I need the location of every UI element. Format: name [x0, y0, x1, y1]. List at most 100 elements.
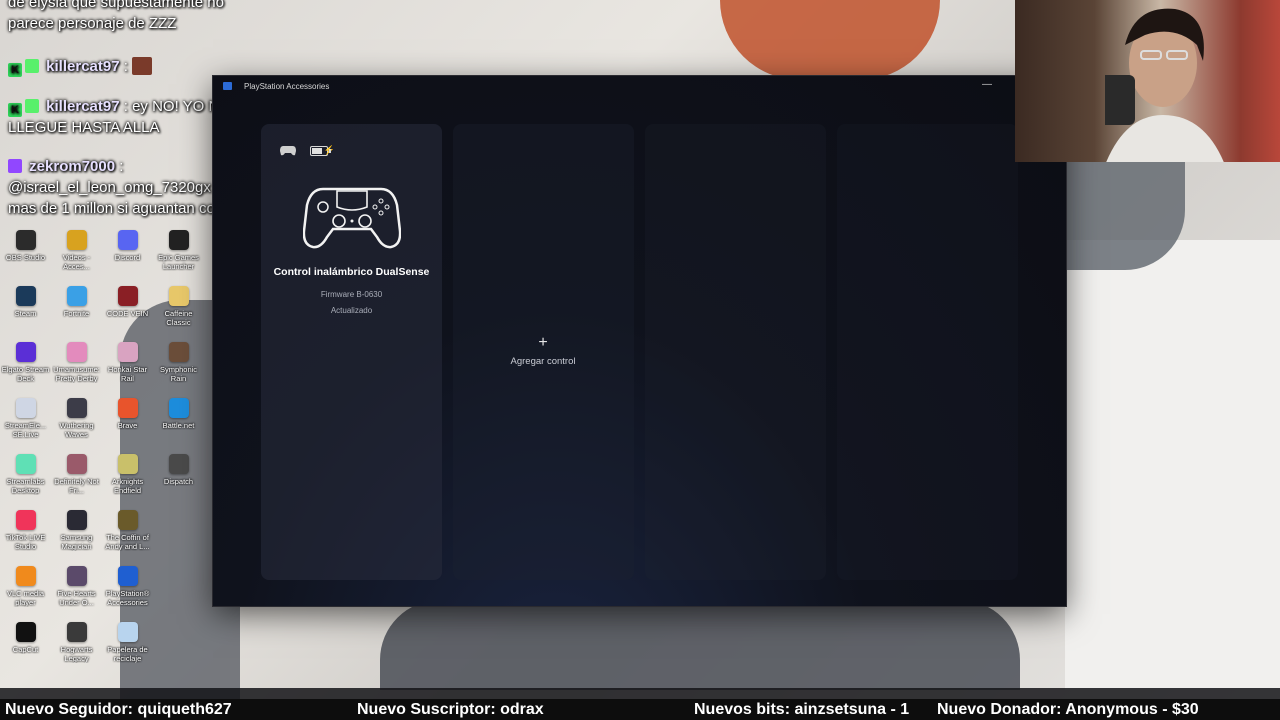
desktop-icon-label: Arknights Endfield [111, 477, 144, 495]
desktop-icon-label: Honkai Star Rail [107, 365, 148, 383]
desktop-icon[interactable]: Honkai Star Rail [102, 340, 153, 396]
desktop-icon[interactable]: CODE VEIN [102, 284, 153, 340]
desktop-icon-label: Epic Games Launcher [158, 253, 199, 271]
desktop-icon-label: Symphonic Rain [159, 365, 198, 383]
chat-username: killercat97 [46, 58, 120, 75]
desktop-icon-label: StreamEle... SE.Live [4, 421, 47, 439]
app-icon [117, 398, 138, 418]
title-bar: PlayStation Accessories [213, 76, 1066, 96]
desktop-icon[interactable]: Hogwarts Legacy [51, 620, 102, 676]
chat-username: zekrom7000 [29, 158, 116, 175]
add-controller-button[interactable]: + Agregar control [493, 334, 593, 367]
charging-bolt-icon: ⚡ [323, 144, 335, 155]
controller-slot-3 [645, 124, 826, 580]
gamepad-icon [280, 146, 296, 156]
playstation-app-icon [223, 82, 232, 90]
app-icon [66, 398, 87, 418]
desktop-icon[interactable]: Definitely Not Fri... [51, 452, 102, 508]
twitch-badge-icon [8, 159, 22, 173]
desktop-icon[interactable]: Fortnite [51, 284, 102, 340]
desktop-icon[interactable]: Battle.net [153, 396, 204, 452]
app-icon [169, 566, 189, 586]
chat-message-text: de elysia que supuestamente no parece pe… [8, 0, 224, 32]
app-icon [66, 622, 87, 642]
desktop-icon-label: Battle.net [162, 421, 195, 430]
desktop-icon[interactable]: OBS Studio [0, 228, 51, 284]
desktop-icon-label: Dispatch [163, 477, 194, 486]
ticker-bits: Nuevos bits: ainzsetsuna - 1 [694, 701, 910, 718]
controller-status-row: ⚡ [280, 145, 335, 156]
app-icon [117, 566, 138, 586]
desktop-icon[interactable]: Elgato Stream Deck [0, 340, 51, 396]
app-icon [15, 286, 36, 306]
emote-icon [132, 57, 153, 75]
desktop-icon[interactable]: Videos - Acces... [51, 228, 102, 284]
background-snow [1065, 240, 1280, 690]
background-art-coat-bottom [380, 600, 1020, 690]
app-icon [66, 342, 87, 362]
desktop-icon[interactable]: StreamEle... SE.Live [0, 396, 51, 452]
desktop-icon[interactable]: Symphonic Rain [153, 340, 204, 396]
desktop-icon[interactable]: Discord [102, 228, 153, 284]
app-icon [15, 454, 36, 474]
desktop-icon-label: Umamusume: Pretty Derby [53, 365, 100, 383]
app-icon [117, 510, 138, 530]
plus-icon: + [538, 334, 548, 351]
app-icon [66, 286, 87, 306]
firmware-version: Firmware B-0630 [320, 290, 383, 299]
app-icon [168, 398, 189, 418]
streamer-webcam-figure [1105, 8, 1224, 162]
chat-username: killercat97 [46, 98, 120, 115]
app-icon [169, 510, 189, 530]
desktop-icon-grid: OBS Studio Videos - Acces... Discord Epic G… [0, 228, 210, 676]
desktop-icon[interactable]: The Coffin of Andy and L... [102, 508, 153, 564]
background-art-coat-right [1065, 160, 1185, 270]
app-icon [168, 342, 189, 362]
app-icon [117, 622, 138, 642]
desktop-icon[interactable]: Streamlabs Desktop [0, 452, 51, 508]
minimize-button[interactable]: — [980, 79, 994, 93]
app-icon [15, 342, 36, 362]
desktop-icon[interactable]: Steam [0, 284, 51, 340]
desktop-icon[interactable]: Brave [102, 396, 153, 452]
desktop-icon[interactable]: Five Hearts Under O... [51, 564, 102, 620]
kick-badge-icon: K [8, 63, 22, 77]
desktop-icon[interactable]: Caffeine Classic [153, 284, 204, 340]
desktop-icon-label: CODE VEIN [106, 309, 149, 318]
chat-message: K killercat97 : [8, 56, 153, 77]
desktop-icon[interactable]: PlayStation® Accessories [102, 564, 153, 620]
desktop-icon-label: Fortnite [63, 309, 90, 318]
desktop-icon-label: Videos - Acces... [62, 253, 91, 271]
desktop-icon-label: Discord [114, 253, 141, 262]
app-icon [117, 454, 138, 474]
desktop-icon[interactable]: Samsung Magician [51, 508, 102, 564]
dualsense-controller-icon [303, 187, 401, 249]
desktop-icon-label: VLC media player [6, 589, 45, 607]
controller-name: Control inalámbrico DualSense [273, 266, 430, 278]
alerts-ticker: Nuevo Seguidor: quiqueth627 Nuevo Suscri… [0, 699, 1280, 720]
desktop-icon-label: Papelera de reciclaje [107, 645, 148, 663]
app-icon [15, 622, 36, 642]
desktop-icon-label: TikTok LIVE Studio [5, 533, 46, 551]
chat-message-text: ey NO! YO NO LLEGUE HASTA ALLA [8, 98, 231, 136]
desktop-icon[interactable]: Epic Games Launcher [153, 228, 204, 284]
ticker-subscriber: Nuevo Suscriptor: odrax [357, 701, 544, 718]
desktop-icon[interactable]: CapCut [0, 620, 51, 676]
desktop-icon[interactable]: Dispatch [153, 452, 204, 508]
desktop-icon-label: Five Hearts Under O... [57, 589, 96, 607]
desktop-icon-label: Samsung Magician [60, 533, 93, 551]
background-art-hair [720, 0, 940, 80]
controller-slot-4 [837, 124, 1018, 580]
chat-message-top: de elysia que supuestamente no parece pe… [8, 0, 248, 34]
webcam-overlay [1015, 0, 1280, 162]
app-icon [66, 566, 87, 586]
kick-badge-icon: K [8, 103, 22, 117]
desktop-icon[interactable]: Papelera de reciclaje [102, 620, 153, 676]
desktop-icon[interactable]: Arknights Endfield [102, 452, 153, 508]
desktop-icon[interactable]: Wuthering Waves [51, 396, 102, 452]
desktop-icon[interactable]: VLC media player [0, 564, 51, 620]
desktop-icon[interactable]: TikTok LIVE Studio [0, 508, 51, 564]
desktop-icon[interactable]: Umamusume: Pretty Derby [51, 340, 102, 396]
desktop-icon-label: The Coffin of Andy and L... [105, 533, 150, 551]
desktop-icon-label: Steam [14, 309, 37, 318]
